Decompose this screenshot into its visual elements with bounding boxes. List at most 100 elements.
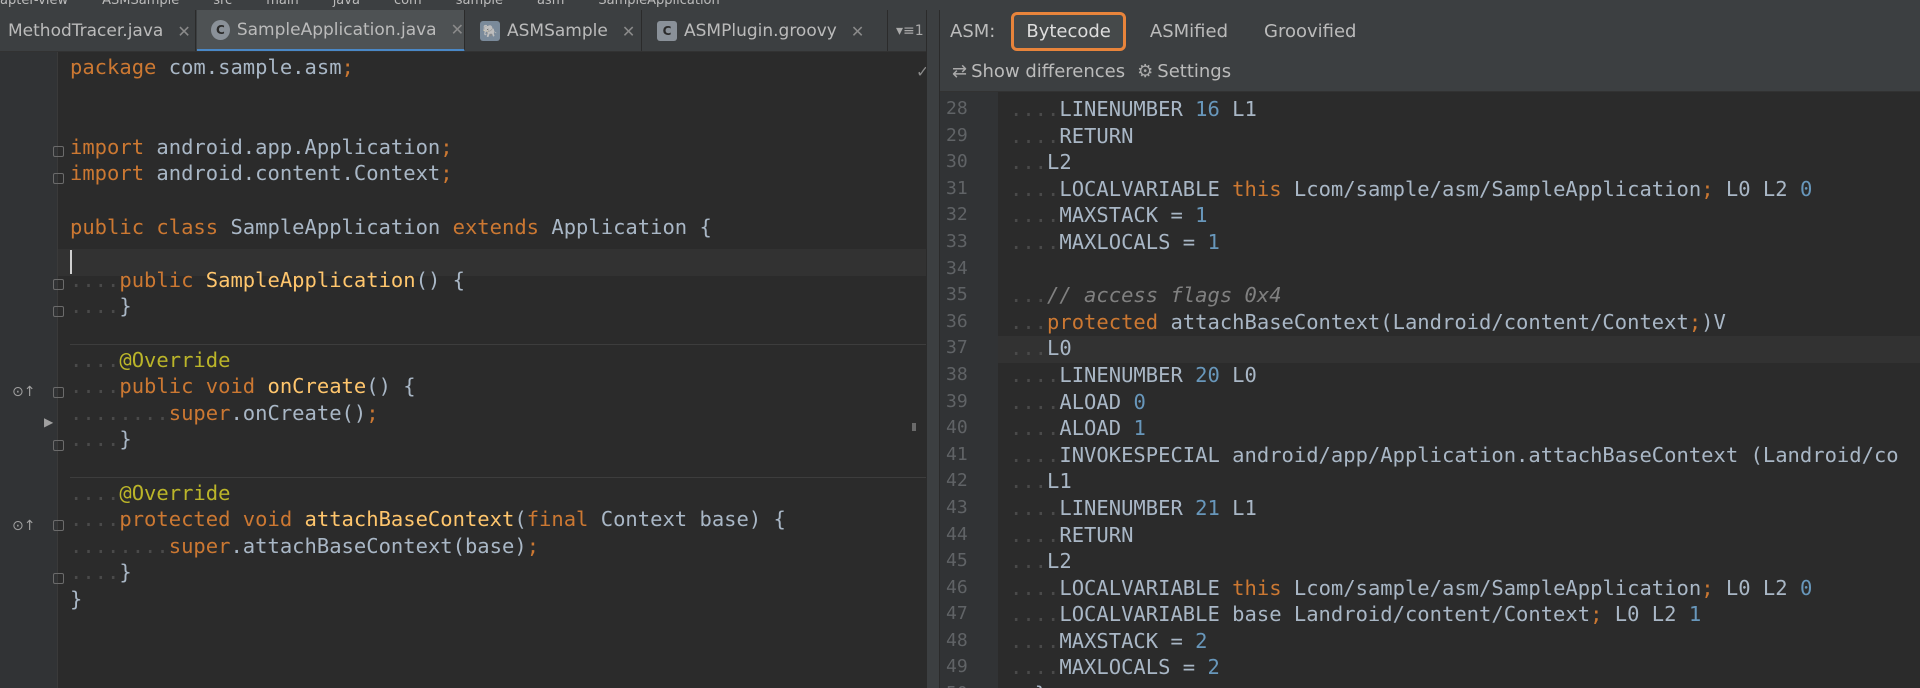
code-token: L1 bbox=[1232, 495, 1257, 520]
code-token: protected bbox=[1047, 309, 1171, 334]
close-icon[interactable]: ✕ bbox=[451, 20, 464, 39]
code-line: ...protected attachBaseContext(Landroid/… bbox=[1010, 309, 1920, 336]
code-token: )V bbox=[1701, 309, 1726, 334]
code-token: import bbox=[70, 134, 157, 159]
code-token: android.content.Context bbox=[156, 161, 441, 186]
code-token: ; bbox=[526, 533, 540, 558]
code-token: ... bbox=[1010, 469, 1048, 494]
scrollbar-marker[interactable] bbox=[912, 423, 916, 431]
code-token: LINENUMBER bbox=[1059, 97, 1196, 121]
code-line: ....ALOAD 0 bbox=[1010, 389, 1920, 416]
code-token: this bbox=[1232, 575, 1294, 600]
tab-asmsample[interactable]: 🐘 ASMSample ✕ bbox=[466, 10, 642, 51]
code-token: public class bbox=[70, 214, 231, 239]
code-token: super bbox=[168, 533, 231, 558]
code-token: protected void bbox=[119, 507, 305, 532]
bytecode-viewer[interactable]: ....LINENUMBER 16 L1 ....RETURN ...L2 ....L… bbox=[1010, 96, 1920, 688]
code-line: ...L0 bbox=[1010, 335, 1920, 362]
code-token: ; bbox=[1688, 309, 1702, 334]
code-token: L2 bbox=[1047, 150, 1072, 175]
fold-icon[interactable] bbox=[53, 306, 64, 317]
line-number: 34 bbox=[946, 257, 968, 279]
code-token: LINENUMBER bbox=[1059, 362, 1196, 387]
code-line: ....LINENUMBER 16 L1 bbox=[1010, 96, 1920, 123]
code-token: .... bbox=[1010, 362, 1060, 387]
code-token: ........ bbox=[70, 533, 169, 558]
close-icon[interactable]: ✕ bbox=[622, 22, 635, 41]
code-token: } bbox=[119, 427, 132, 452]
pane-splitter[interactable] bbox=[926, 10, 940, 688]
code-token: .attachBaseContext(base) bbox=[230, 533, 527, 558]
code-token: .... bbox=[70, 374, 120, 399]
code-line: import android.content.Context; bbox=[70, 160, 910, 187]
code-token: L0 L2 bbox=[1602, 602, 1689, 627]
breadcrumb-item[interactable]: java bbox=[333, 0, 360, 7]
tab-methodtracer[interactable]: MethodTracer.java ✕ bbox=[0, 10, 196, 51]
breadcrumb-item[interactable]: asm bbox=[537, 0, 564, 7]
close-icon[interactable]: ✕ bbox=[851, 22, 864, 41]
tab-groovified[interactable]: Groovified bbox=[1252, 15, 1368, 48]
code-token: .... bbox=[1010, 176, 1060, 201]
code-token: L1 bbox=[1047, 469, 1072, 494]
code-token: @Override bbox=[119, 347, 231, 372]
code-line: ....public SampleApplication() { bbox=[70, 267, 910, 294]
code-token: this bbox=[1232, 176, 1294, 201]
code-token: .... bbox=[1010, 203, 1060, 228]
line-number: 28 bbox=[946, 98, 968, 119]
override-method-icon[interactable]: ⊙↑ bbox=[12, 518, 35, 534]
code-line: ........super.onCreate(); bbox=[70, 400, 910, 427]
breadcrumb-item[interactable]: sample bbox=[456, 0, 503, 7]
line-number: 32 bbox=[946, 204, 968, 226]
code-line: ....INVOKESPECIAL android/app/Applicatio… bbox=[1010, 442, 1920, 469]
code-token: ; bbox=[1590, 602, 1603, 627]
code-line: import android.app.Application; bbox=[70, 134, 910, 161]
line-number: 41 bbox=[946, 443, 968, 465]
line-number: 33 bbox=[946, 230, 968, 252]
tab-overflow-menu[interactable]: ▾≡1 bbox=[896, 10, 924, 51]
code-token: .... bbox=[70, 480, 120, 505]
code-line: ....LOCALVARIABLE base Landroid/content/… bbox=[1010, 601, 1920, 628]
code-token: .onCreate() bbox=[230, 400, 367, 425]
code-token: RETURN bbox=[1059, 123, 1134, 148]
override-method-icon[interactable]: ⊙↑ bbox=[12, 384, 35, 400]
run-arrow-icon[interactable]: ▶ bbox=[44, 415, 53, 429]
tab-bytecode[interactable]: Bytecode bbox=[1011, 11, 1126, 51]
breadcrumb-item[interactable]: ASMSample bbox=[102, 0, 179, 7]
code-token: ; bbox=[440, 161, 453, 186]
settings-button[interactable]: ⚙ Settings bbox=[1137, 61, 1231, 82]
show-differences-button[interactable]: ⇄ Show differences bbox=[952, 61, 1125, 82]
code-line: ....LOCALVARIABLE this Lcom/sample/asm/S… bbox=[1010, 575, 1920, 602]
code-token: 21 bbox=[1195, 495, 1233, 520]
breadcrumb-item[interactable]: apter-view bbox=[0, 0, 68, 7]
tab-asmplugin[interactable]: C ASMPlugin.groovy ✕ bbox=[643, 10, 888, 51]
fold-icon[interactable] bbox=[53, 279, 64, 290]
code-token: 16 bbox=[1195, 97, 1233, 121]
java-source-code[interactable]: package com.sample.asm; import android.a… bbox=[70, 54, 910, 688]
settings-label: Settings bbox=[1157, 61, 1232, 82]
breadcrumb-item[interactable]: SampleApplication bbox=[598, 0, 719, 7]
fold-icon[interactable] bbox=[53, 173, 64, 184]
code-token: super bbox=[168, 400, 231, 425]
close-icon[interactable]: ✕ bbox=[177, 22, 190, 41]
editor-pane: MethodTracer.java ✕ C SampleApplication.… bbox=[0, 10, 929, 688]
fold-icon[interactable] bbox=[53, 387, 64, 398]
code-token: @Override bbox=[119, 480, 231, 505]
tab-asmified[interactable]: ASMified bbox=[1138, 15, 1240, 48]
code-token: .... bbox=[1010, 495, 1060, 520]
code-line: ........super.attachBaseContext(base); bbox=[70, 533, 910, 560]
fold-icon[interactable] bbox=[53, 440, 64, 451]
fold-icon[interactable] bbox=[53, 146, 64, 157]
fold-icon[interactable] bbox=[53, 520, 64, 531]
code-token: attachBaseContext bbox=[304, 507, 515, 532]
line-number: 38 bbox=[946, 363, 968, 385]
tab-sampleapplication[interactable]: C SampleApplication.java ✕ bbox=[197, 10, 465, 51]
code-token: MAXSTACK = bbox=[1059, 203, 1196, 228]
breadcrumb-item[interactable]: com bbox=[394, 0, 422, 7]
breadcrumb-item[interactable]: src bbox=[213, 0, 232, 7]
code-token: 0 bbox=[1799, 176, 1813, 201]
fold-icon[interactable] bbox=[53, 573, 64, 584]
breadcrumb-item[interactable]: main bbox=[266, 0, 298, 7]
code-token: () { bbox=[415, 267, 465, 292]
